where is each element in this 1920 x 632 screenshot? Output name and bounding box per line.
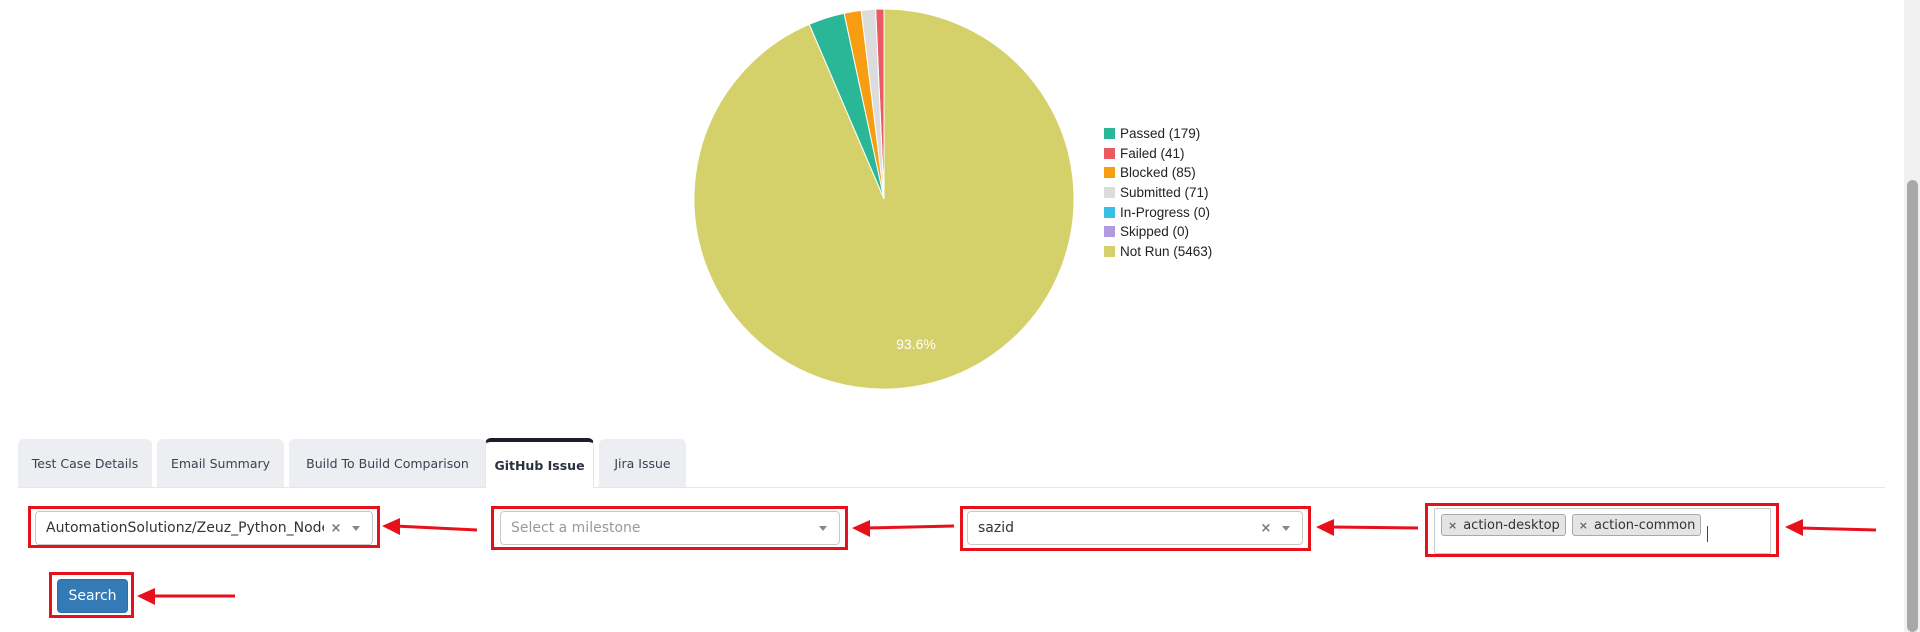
legend-swatch	[1104, 245, 1115, 257]
remove-tag-icon[interactable]: ×	[1448, 519, 1457, 532]
clear-icon[interactable]: ×	[324, 521, 348, 536]
legend-item-blocked: Blocked (85)	[1104, 163, 1212, 183]
annotation-arrow	[1785, 519, 1877, 536]
pie-data-label: 93.6%	[896, 336, 936, 352]
legend-label: Passed (179)	[1120, 126, 1201, 142]
legend-label: Blocked (85)	[1120, 165, 1196, 181]
repository-select-value: AutomationSolutionz/Zeuz_Python_Node	[46, 520, 324, 536]
legend-item-not-run: Not Run (5463)	[1104, 242, 1212, 262]
chevron-down-icon[interactable]	[819, 525, 827, 531]
vertical-scrollbar[interactable]	[1904, 0, 1920, 632]
test-status-pie-chart: 93.6%	[694, 8, 1075, 390]
label-tag-action-common: × action-common	[1571, 514, 1702, 536]
chevron-down-icon[interactable]	[1282, 525, 1290, 531]
pie-chart-legend: Passed (179) Failed (41) Blocked (85) Submi…	[1104, 124, 1212, 261]
legend-label: Not Run (5463)	[1120, 243, 1213, 259]
label-tag-text: action-common	[1594, 517, 1696, 533]
repository-select[interactable]: AutomationSolutionz/Zeuz_Python_Node ×	[35, 511, 373, 545]
legend-item-failed: Failed (41)	[1104, 144, 1212, 164]
search-button[interactable]: Search	[57, 579, 128, 613]
assignee-select-value: sazid	[978, 520, 1014, 536]
chevron-down-icon[interactable]	[352, 525, 360, 531]
milestone-select[interactable]: Select a milestone	[500, 511, 840, 545]
annotation-arrow	[137, 588, 235, 605]
remove-tag-icon[interactable]: ×	[1579, 519, 1588, 532]
legend-swatch	[1104, 226, 1115, 238]
legend-swatch	[1104, 167, 1115, 179]
legend-label: Submitted (71)	[1120, 185, 1209, 201]
legend-swatch	[1104, 187, 1115, 199]
annotation-arrow	[852, 520, 955, 537]
legend-item-skipped: Skipped (0)	[1104, 222, 1212, 242]
labels-multiselect[interactable]: × action-desktop × action-common	[1434, 508, 1771, 554]
legend-label: Skipped (0)	[1120, 224, 1190, 240]
report-tab-bar: Test Case Details Email Summary Build To…	[18, 438, 1885, 488]
milestone-select-placeholder: Select a milestone	[511, 520, 641, 536]
scrollbar-thumb[interactable]	[1907, 180, 1918, 632]
tab-github-issue[interactable]: GitHub Issue	[485, 438, 594, 488]
tab-jira-issue[interactable]: Jira Issue	[599, 439, 686, 487]
annotation-arrow	[1316, 519, 1419, 536]
clear-icon[interactable]: ×	[1254, 521, 1278, 536]
annotation-arrow	[382, 518, 478, 535]
label-tag-action-desktop: × action-desktop	[1441, 514, 1566, 536]
pie-slice-not-run	[694, 8, 1075, 390]
legend-swatch	[1104, 206, 1115, 218]
legend-item-passed: Passed (179)	[1104, 124, 1212, 144]
text-cursor	[1707, 526, 1709, 542]
assignee-select[interactable]: sazid ×	[967, 511, 1303, 545]
legend-label: Failed (41)	[1120, 145, 1185, 161]
tab-email-summary[interactable]: Email Summary	[157, 439, 284, 487]
legend-item-in-progress: In-Progress (0)	[1104, 202, 1212, 222]
tab-test-case-details[interactable]: Test Case Details	[18, 439, 152, 487]
legend-swatch	[1104, 147, 1115, 159]
tab-build-to-build-comparison[interactable]: Build To Build Comparison	[289, 439, 486, 487]
legend-label: In-Progress (0)	[1120, 204, 1211, 220]
legend-swatch	[1104, 128, 1115, 140]
label-tag-text: action-desktop	[1463, 517, 1560, 533]
legend-item-submitted: Submitted (71)	[1104, 183, 1212, 203]
